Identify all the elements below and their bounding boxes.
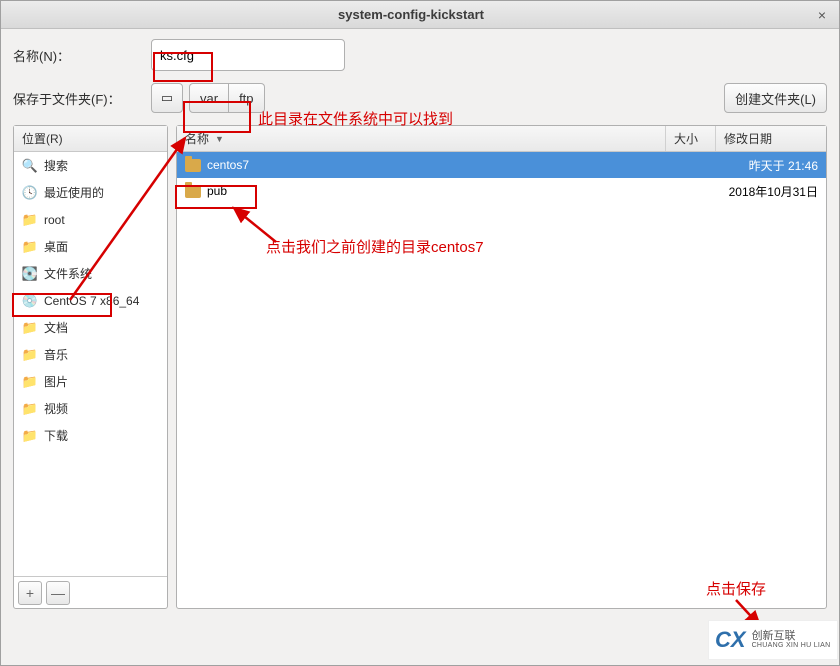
sidebar-item[interactable]: 💽 文件系统 [14, 260, 167, 287]
sidebar-item-label: root [44, 213, 65, 227]
path-seg-ftp[interactable]: ftp [229, 83, 264, 113]
sidebar-item[interactable]: 💿 CentOS 7 x86_64 [14, 287, 167, 314]
folder-label: 保存于文件夹(F)： [13, 89, 143, 108]
sidebar-item-label: 文件系统 [44, 265, 92, 282]
desktop-icon: 📁 [22, 239, 38, 255]
col-date[interactable]: 修改日期 [716, 126, 826, 151]
file-date: 昨天于 21:46 [716, 157, 826, 174]
sidebar-item-label: 图片 [44, 373, 68, 390]
music-icon: 📁 [22, 347, 38, 363]
folder-row: 保存于文件夹(F)： ▭ var ftp 创建文件夹(L) [13, 83, 827, 113]
path-seg-var[interactable]: var [189, 83, 229, 113]
sidebar-item[interactable]: 📁 音乐 [14, 341, 167, 368]
file-pane: 名称▼ 大小 修改日期 centos7 昨天于 21:46 pub 2018年10月3… [176, 125, 827, 609]
places-header: 位置(R) [14, 126, 167, 152]
filename-input[interactable] [151, 39, 345, 71]
col-size[interactable]: 大小 [666, 126, 716, 151]
video-icon: 📁 [22, 401, 38, 417]
folder-icon: 📁 [22, 212, 38, 228]
create-folder-button[interactable]: 创建文件夹(L) [724, 83, 827, 113]
download-icon: 📁 [22, 428, 38, 444]
col-name[interactable]: 名称▼ [177, 126, 666, 151]
folder-icon [185, 159, 201, 172]
sidebar-item-label: 音乐 [44, 346, 68, 363]
sidebar-item[interactable]: 📁 桌面 [14, 233, 167, 260]
sidebar-item[interactable]: 📁 下载 [14, 422, 167, 449]
column-headers: 名称▼ 大小 修改日期 [177, 126, 826, 152]
file-list: centos7 昨天于 21:46 pub 2018年10月31日 [177, 152, 826, 608]
places-sidebar: 位置(R) 🔍 搜索 🕓 最近使用的 📁 root 📁 桌面 💽 文件系统 💿 CentOS 7 x8… [13, 125, 168, 609]
sidebar-item[interactable]: 📁 文档 [14, 314, 167, 341]
drive-icon: ▭ [161, 90, 173, 106]
file-name: pub [207, 184, 227, 198]
title-bar: system-config-kickstart × [1, 1, 839, 29]
path-segments: var ftp [189, 83, 265, 113]
add-place-button[interactable]: + [18, 581, 42, 605]
sidebar-item[interactable]: 📁 root [14, 206, 167, 233]
watermark-logo: CX 创新互联 CHUANG XIN HU LIAN [708, 620, 838, 660]
folder-icon [185, 185, 201, 198]
sidebar-item[interactable]: 📁 视频 [14, 395, 167, 422]
sort-indicator-icon: ▼ [215, 134, 224, 144]
sidebar-item-label: 最近使用的 [44, 184, 104, 201]
sidebar-item-label: 文档 [44, 319, 68, 336]
sidebar-item[interactable]: 🔍 搜索 [14, 152, 167, 179]
path-row: ▭ var ftp 创建文件夹(L) [151, 83, 827, 113]
logo-mark: CX [715, 627, 746, 653]
sidebar-item-label: 桌面 [44, 238, 68, 255]
places-list: 🔍 搜索 🕓 最近使用的 📁 root 📁 桌面 💽 文件系统 💿 CentOS 7 x86_64 📁 文… [14, 152, 167, 576]
filesystem-icon: 💽 [22, 266, 38, 282]
sidebar-item-label: CentOS 7 x86_64 [44, 294, 139, 308]
search-icon: 🔍 [22, 158, 38, 174]
panes: 位置(R) 🔍 搜索 🕓 最近使用的 📁 root 📁 桌面 💽 文件系统 💿 CentOS 7 x8… [13, 125, 827, 609]
remove-place-button[interactable]: — [46, 581, 70, 605]
sidebar-item-label: 视频 [44, 400, 68, 417]
name-label: 名称(N)： [13, 46, 143, 65]
file-date: 2018年10月31日 [716, 183, 826, 200]
file-row[interactable]: pub 2018年10月31日 [177, 178, 826, 204]
sidebar-item-label: 下载 [44, 427, 68, 444]
sidebar-item[interactable]: 📁 图片 [14, 368, 167, 395]
logo-text: 创新互联 CHUANG XIN HU LIAN [752, 630, 831, 650]
window-title: system-config-kickstart [9, 7, 813, 22]
disc-icon: 💿 [22, 293, 38, 309]
path-root-button[interactable]: ▭ [151, 83, 183, 113]
recent-icon: 🕓 [22, 185, 38, 201]
name-input-wrap [151, 39, 827, 71]
file-row[interactable]: centos7 昨天于 21:46 [177, 152, 826, 178]
file-name: centos7 [207, 158, 249, 172]
pictures-icon: 📁 [22, 374, 38, 390]
sidebar-item-label: 搜索 [44, 157, 68, 174]
name-row: 名称(N)： [13, 39, 827, 71]
docs-icon: 📁 [22, 320, 38, 336]
sidebar-item[interactable]: 🕓 最近使用的 [14, 179, 167, 206]
places-footer: + — [14, 576, 167, 608]
dialog-window: system-config-kickstart × 名称(N)： 保存于文件夹(… [0, 0, 840, 666]
dialog-body: 名称(N)： 保存于文件夹(F)： ▭ var ftp 创建文件夹(L) [1, 29, 839, 619]
close-icon[interactable]: × [813, 7, 831, 23]
